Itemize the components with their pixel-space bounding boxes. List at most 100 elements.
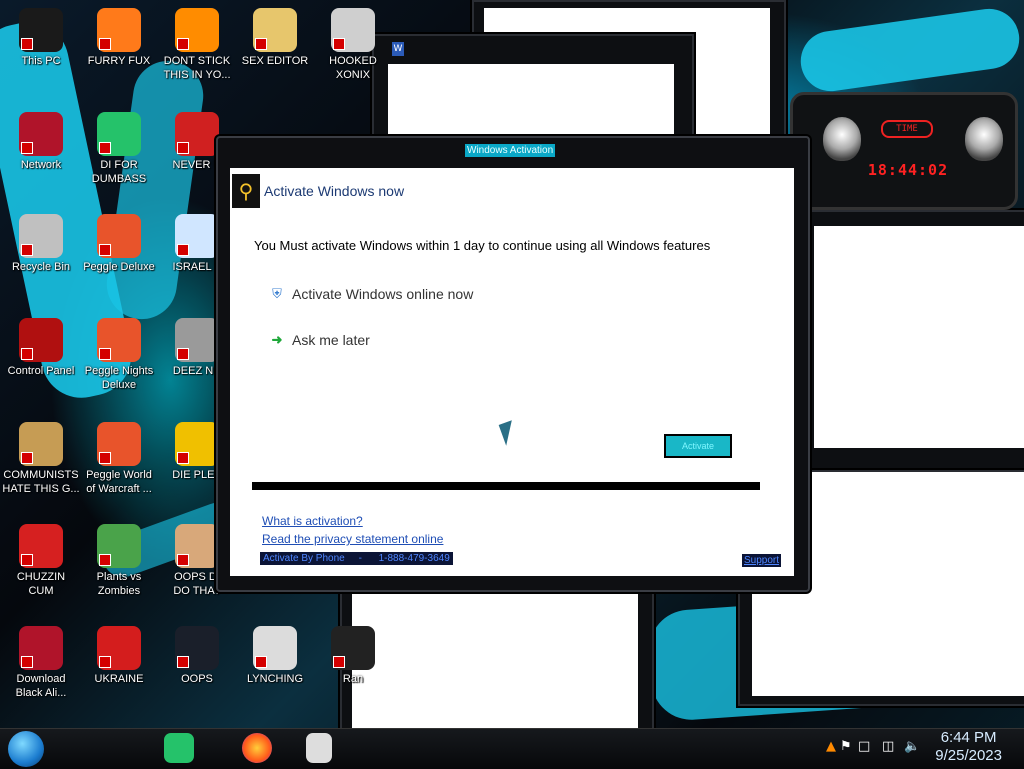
background-window-word[interactable]: W (372, 34, 694, 148)
desktop-icon-label: Peggle Nights Deluxe (84, 365, 154, 391)
taskbar-window-icon[interactable] (306, 733, 332, 763)
word-icon: W (392, 42, 404, 56)
desktop-icon-label: LYNCHING (246, 673, 304, 685)
desktop-icon[interactable]: Peggle World of Warcraft ... (80, 422, 158, 496)
game-icon (331, 8, 375, 52)
desktop-icon-label: OOPS (181, 673, 213, 685)
privacy-statement-link[interactable]: Read the privacy statement online (262, 532, 443, 546)
taskbar-firefox-icon[interactable] (242, 733, 272, 763)
control-panel-icon (19, 318, 63, 362)
desktop-icon[interactable]: UKRAINE (80, 626, 158, 686)
desktop-icon-label: Ran (342, 673, 364, 685)
app-tray-icon[interactable]: ▲ (826, 739, 836, 754)
dialog-title: Windows Activation (465, 144, 556, 157)
activate-by-phone-link[interactable]: Activate By Phone - 1-888-479-3649 (260, 552, 453, 565)
desktop-icon[interactable]: Control Panel (2, 318, 80, 378)
alien-download-icon (19, 626, 63, 670)
oops-icon (175, 626, 219, 670)
monitor-icon[interactable]: ◫ (882, 739, 894, 754)
desktop-icon[interactable]: This PC (2, 8, 80, 68)
desktop-icon-label: FURRY FUX (87, 55, 151, 67)
desktop-icon-label: HOOKED XONIX (329, 55, 377, 81)
die-icon (175, 422, 219, 466)
windows-stack-icon (175, 318, 219, 362)
taskbar-notes-icon[interactable] (164, 733, 194, 763)
desktop-icon[interactable]: LYNCHING (236, 626, 314, 686)
desktop-icon[interactable]: Network (2, 112, 80, 172)
firefox-icon (97, 8, 141, 52)
desktop-icon[interactable]: Peggle Deluxe (80, 214, 158, 274)
money-bag-icon (19, 422, 63, 466)
alien-logo-icon (965, 117, 1003, 161)
green-arrow-icon: ➜ (271, 332, 283, 347)
dialog-heading: Activate Windows now (264, 183, 405, 199)
network-icon (19, 112, 63, 156)
peggle-icon (97, 214, 141, 258)
volume-icon[interactable]: 🔈 (904, 739, 920, 754)
desktop-icon-label: DONT STICK THIS IN YO... (163, 55, 231, 81)
desktop-icon[interactable]: Ran (314, 626, 392, 686)
flag-icon[interactable]: ⚑ (840, 739, 852, 754)
desktop-icon-label: This PC (21, 55, 61, 67)
pvz-icon (97, 524, 141, 568)
separator-bar (252, 482, 760, 490)
ask-me-later-label: Ask me later (292, 332, 370, 348)
desktop-icon[interactable]: DI FOR DUMBASS (80, 112, 158, 186)
desktop-icon-label: CHUZZIN CUM (16, 571, 66, 597)
taskbar: ▲ ⚑ □ ◫ 🔈 6:44 PM 9/25/2023 (0, 728, 1024, 769)
desktop-icon-label: Peggle World of Warcraft ... (86, 469, 152, 495)
chuzzle-icon (19, 524, 63, 568)
desktop-icon-label: Recycle Bin (11, 261, 71, 273)
shield-icon: ⛨ (272, 286, 282, 301)
clock-widget-label: TIME (881, 120, 933, 138)
taskbar-date: 9/25/2023 (935, 747, 1002, 764)
clock-widget-time: 18:44:02 (867, 161, 949, 179)
notes-icon (97, 112, 141, 156)
desktop-icon-label: Control Panel (7, 365, 75, 377)
desktop-icon[interactable]: Recycle Bin (2, 214, 80, 274)
what-is-activation-link[interactable]: What is activation? (262, 514, 363, 528)
radiation-icon (97, 626, 141, 670)
desktop-icon-label: SEX EDITOR (241, 55, 309, 67)
hex-editor-icon (253, 8, 297, 52)
desktop-icon[interactable]: COMMUNISTS HATE THIS G... (2, 422, 80, 496)
taskbar-time: 6:44 PM (940, 729, 997, 746)
dialog-body: ⚲ Activate Windows now You Must activate… (230, 168, 794, 576)
activate-button[interactable]: Activate (664, 434, 732, 458)
recycle-bin-icon (19, 214, 63, 258)
key-icon: ⚲ (232, 174, 260, 208)
desktop-icon[interactable]: CHUZZIN CUM (2, 524, 80, 598)
generic-icon (331, 626, 375, 670)
activation-message: You Must activate Windows within 1 day t… (254, 238, 711, 253)
peggle-nights-icon (97, 318, 141, 362)
this-pc-icon (19, 8, 63, 52)
desktop-icon[interactable]: Download Black Ali... (2, 626, 80, 700)
rope-icon (253, 626, 297, 670)
activate-online-label: Activate Windows online now (292, 286, 474, 302)
network-icon[interactable]: □ (858, 739, 870, 754)
portrait-icon (175, 524, 219, 568)
taskbar-clock[interactable]: 6:44 PM 9/25/2023 (935, 729, 1002, 765)
desktop-icon-label: COMMUNISTS HATE THIS G... (2, 469, 80, 495)
desktop-icon[interactable]: DONT STICK THIS IN YO... (158, 8, 236, 82)
desktop-icon[interactable]: Plants vs Zombies (80, 524, 158, 598)
start-button[interactable] (8, 731, 44, 767)
ask-me-later-option[interactable]: ➜ Ask me later (268, 332, 370, 348)
desktop-icon[interactable]: HOOKED XONIX (314, 8, 392, 82)
clock-widget[interactable]: TIME 18:44:02 (790, 92, 1018, 210)
support-link[interactable]: Support (742, 554, 782, 567)
windows-activation-dialog[interactable]: Windows Activation ⚲ Activate Windows no… (216, 136, 810, 592)
desktop-icon-label: Download Black Ali... (15, 673, 67, 699)
desktop-icon[interactable]: SEX EDITOR (236, 8, 314, 68)
desktop-icon[interactable]: OOPS (158, 626, 236, 686)
desktop-icon-label: DI FOR DUMBASS (91, 159, 147, 185)
activate-online-option[interactable]: ⛨ Activate Windows online now (268, 286, 473, 302)
desktop-icon[interactable]: FURRY FUX (80, 8, 158, 68)
alien-logo-icon (823, 117, 861, 161)
desktop-icon-label: Network (20, 159, 62, 171)
dev-icon (175, 112, 219, 156)
desktop-icon[interactable]: Peggle Nights Deluxe (80, 318, 158, 392)
background-window-right[interactable] (802, 210, 1024, 470)
peggle-wow-icon (97, 422, 141, 466)
desktop-icon-label: UKRAINE (94, 673, 144, 685)
